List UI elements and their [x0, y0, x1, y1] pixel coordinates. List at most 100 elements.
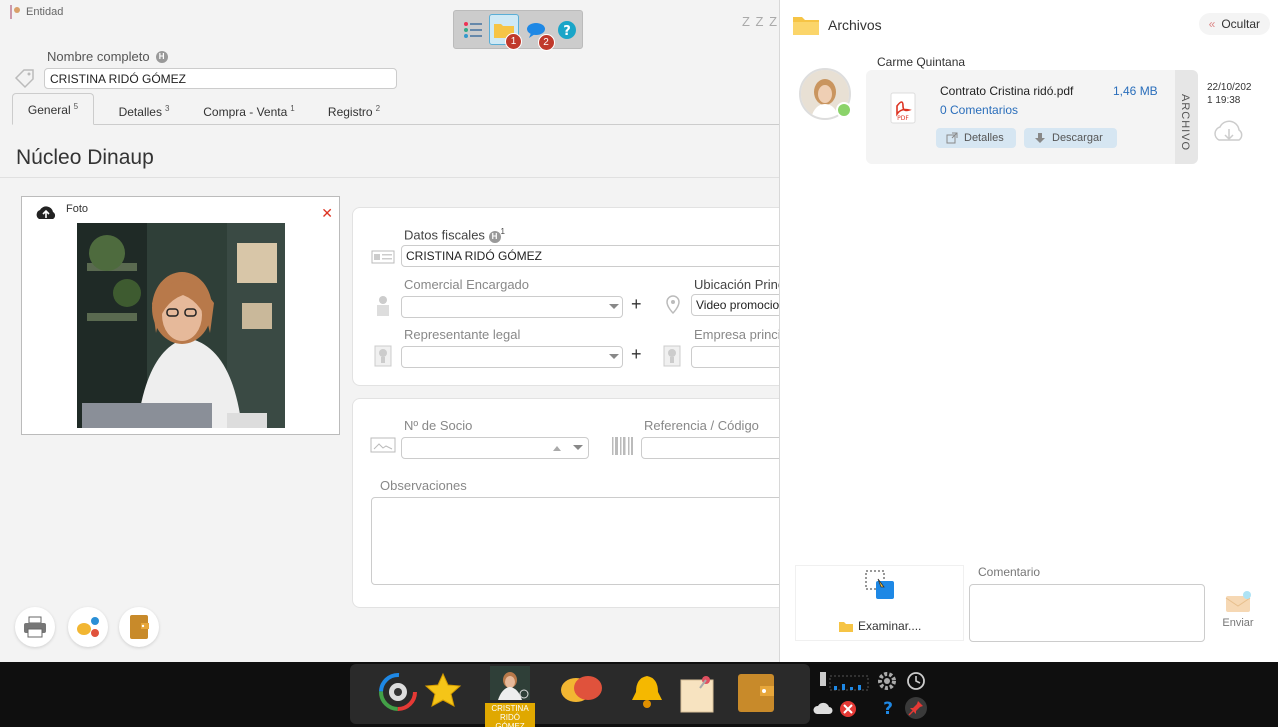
observaciones-textarea[interactable] [371, 497, 780, 585]
observaciones-label: Observaciones [380, 478, 467, 493]
person-icon [10, 5, 20, 19]
pin-icon[interactable] [904, 696, 928, 720]
tab-compra-venta[interactable]: Compra - Venta 1 [194, 93, 304, 125]
files-button[interactable]: 1 [489, 14, 523, 50]
send-button[interactable]: Enviar [1213, 590, 1263, 629]
ubicacion-input[interactable]: Video promocio [691, 294, 780, 316]
chat-bubbles-icon[interactable] [558, 672, 606, 712]
file-name-link[interactable]: Contrato Cristina ridó.pdf [940, 84, 1073, 98]
hide-panel-button[interactable]: « Ocultar [1198, 13, 1270, 35]
double-chevron-left-icon: « [1208, 17, 1216, 31]
settings-ring-icon[interactable] [378, 672, 418, 712]
taskbar-active-user[interactable]: CRISTINA RIDÓ GÓMEZ [485, 666, 535, 727]
referencia-input[interactable] [641, 437, 780, 459]
referencia-label: Referencia / Código [644, 418, 759, 433]
star-icon[interactable] [424, 672, 462, 710]
users-coins-button[interactable] [68, 607, 108, 647]
member-card-icon [370, 437, 396, 453]
comment-textarea[interactable] [969, 584, 1205, 642]
top-toolbar: 1 2 ? [453, 10, 583, 51]
browse-button[interactable]: Examinar.... [838, 619, 921, 633]
cloud-upload-icon[interactable] [34, 203, 58, 221]
comercial-label: Comercial Encargado [404, 277, 530, 292]
cloud-sync-error-icon[interactable] [813, 698, 857, 720]
list-view-button[interactable] [458, 14, 487, 45]
file-drop-zone[interactable]: Examinar.... [795, 565, 964, 641]
pdf-file-icon[interactable]: PDF [890, 92, 916, 124]
chevron-down-icon[interactable] [573, 445, 583, 450]
person-icon [374, 345, 392, 367]
external-link-icon [946, 132, 958, 144]
tab-detalles[interactable]: Detalles 3 [104, 93, 184, 125]
sticky-note-icon[interactable] [678, 672, 718, 714]
tab-general[interactable]: General 5 [12, 93, 94, 125]
photo-card: Foto ✕ [21, 196, 340, 435]
location-icon [666, 295, 680, 315]
files-badge: 1 [505, 33, 523, 50]
clock-icon[interactable] [906, 671, 926, 691]
socio-label: Nº de Socio [404, 418, 473, 433]
add-comercial-button[interactable]: + [631, 294, 642, 315]
chevron-down-icon [609, 304, 619, 309]
bell-icon[interactable] [630, 672, 664, 712]
folder-icon [793, 17, 819, 35]
download-icon [1035, 133, 1045, 143]
profile-photo[interactable] [77, 223, 285, 428]
entity-label: Entidad [26, 6, 64, 18]
section-divider [0, 177, 780, 178]
entity-header: Entidad [10, 5, 63, 19]
cloud-download-icon[interactable] [1210, 116, 1248, 146]
help-button[interactable]: ? [553, 14, 582, 45]
print-button[interactable] [15, 607, 55, 647]
full-name-input[interactable]: CRISTINA RIDÓ GÓMEZ [44, 68, 397, 89]
network-monitor-icon[interactable] [818, 672, 870, 694]
representante-select[interactable] [401, 346, 623, 368]
full-name-label: Nombre completo H [47, 49, 168, 64]
comments-button[interactable]: 2 [521, 14, 555, 51]
empresa-input[interactable] [691, 346, 780, 368]
sleep-indicator: Z Z Z [742, 14, 779, 29]
person-icon [663, 345, 681, 367]
ubicacion-label: Ubicación Princ [694, 277, 780, 292]
file-download-button[interactable]: Descargar [1024, 128, 1117, 148]
remove-photo-icon[interactable]: ✕ [321, 205, 333, 222]
taskbar-user-name: CRISTINA RIDÓ GÓMEZ [485, 703, 535, 727]
svg-text:?: ? [883, 699, 893, 718]
svg-text:?: ? [563, 24, 571, 39]
tab-bar: General 5 Detalles 3 Compra - Venta 1 Regis… [12, 93, 780, 125]
id-card-icon [371, 250, 395, 264]
section-title: Núcleo Dinaup [16, 146, 154, 169]
file-details-button[interactable]: Detalles [936, 128, 1016, 148]
wallet-icon[interactable] [736, 672, 776, 714]
increment-icon[interactable] [553, 446, 561, 451]
representante-label: Representante legal [404, 327, 521, 342]
list-icon [463, 21, 482, 38]
comercial-select[interactable] [401, 296, 623, 318]
help-icon: ? [558, 20, 577, 39]
chevron-down-icon [609, 354, 619, 359]
history-icon: H [155, 50, 168, 63]
gear-icon[interactable] [877, 671, 897, 691]
wallet-icon [130, 615, 149, 639]
tab-registro[interactable]: Registro 2 [314, 93, 394, 125]
comment-label: Comentario [978, 565, 1041, 579]
help-icon[interactable]: ? [880, 698, 896, 718]
coins-users-icon [77, 617, 99, 637]
envelope-icon [1225, 591, 1251, 612]
entity-form: Entidad 1 2 ? Z Z Z Nombre completo H CR… [0, 0, 780, 662]
file-size: 1,46 MB [1113, 84, 1158, 98]
file-comments-link[interactable]: 0 Comentarios [940, 103, 1018, 117]
photo-label: Foto [66, 203, 89, 215]
user-thumbnail [490, 666, 530, 700]
datos-fiscales-label: Datos fiscales H1 [404, 227, 505, 243]
fiscal-card: Datos fiscales H1 CRISTINA RIDÓ GÓMEZ Co… [352, 207, 780, 386]
datos-fiscales-input[interactable]: CRISTINA RIDÓ GÓMEZ [401, 245, 780, 267]
file-owner-name: Carme Quintana [877, 55, 966, 69]
file-archive-tab[interactable]: ARCHIVO [1175, 70, 1198, 164]
dock [350, 664, 810, 724]
add-representante-button[interactable]: + [631, 344, 642, 365]
files-panel-title: Archivos [828, 17, 882, 33]
taskbar: ? [0, 662, 1278, 727]
barcode-icon [612, 437, 633, 455]
wallet-button[interactable] [119, 607, 159, 647]
